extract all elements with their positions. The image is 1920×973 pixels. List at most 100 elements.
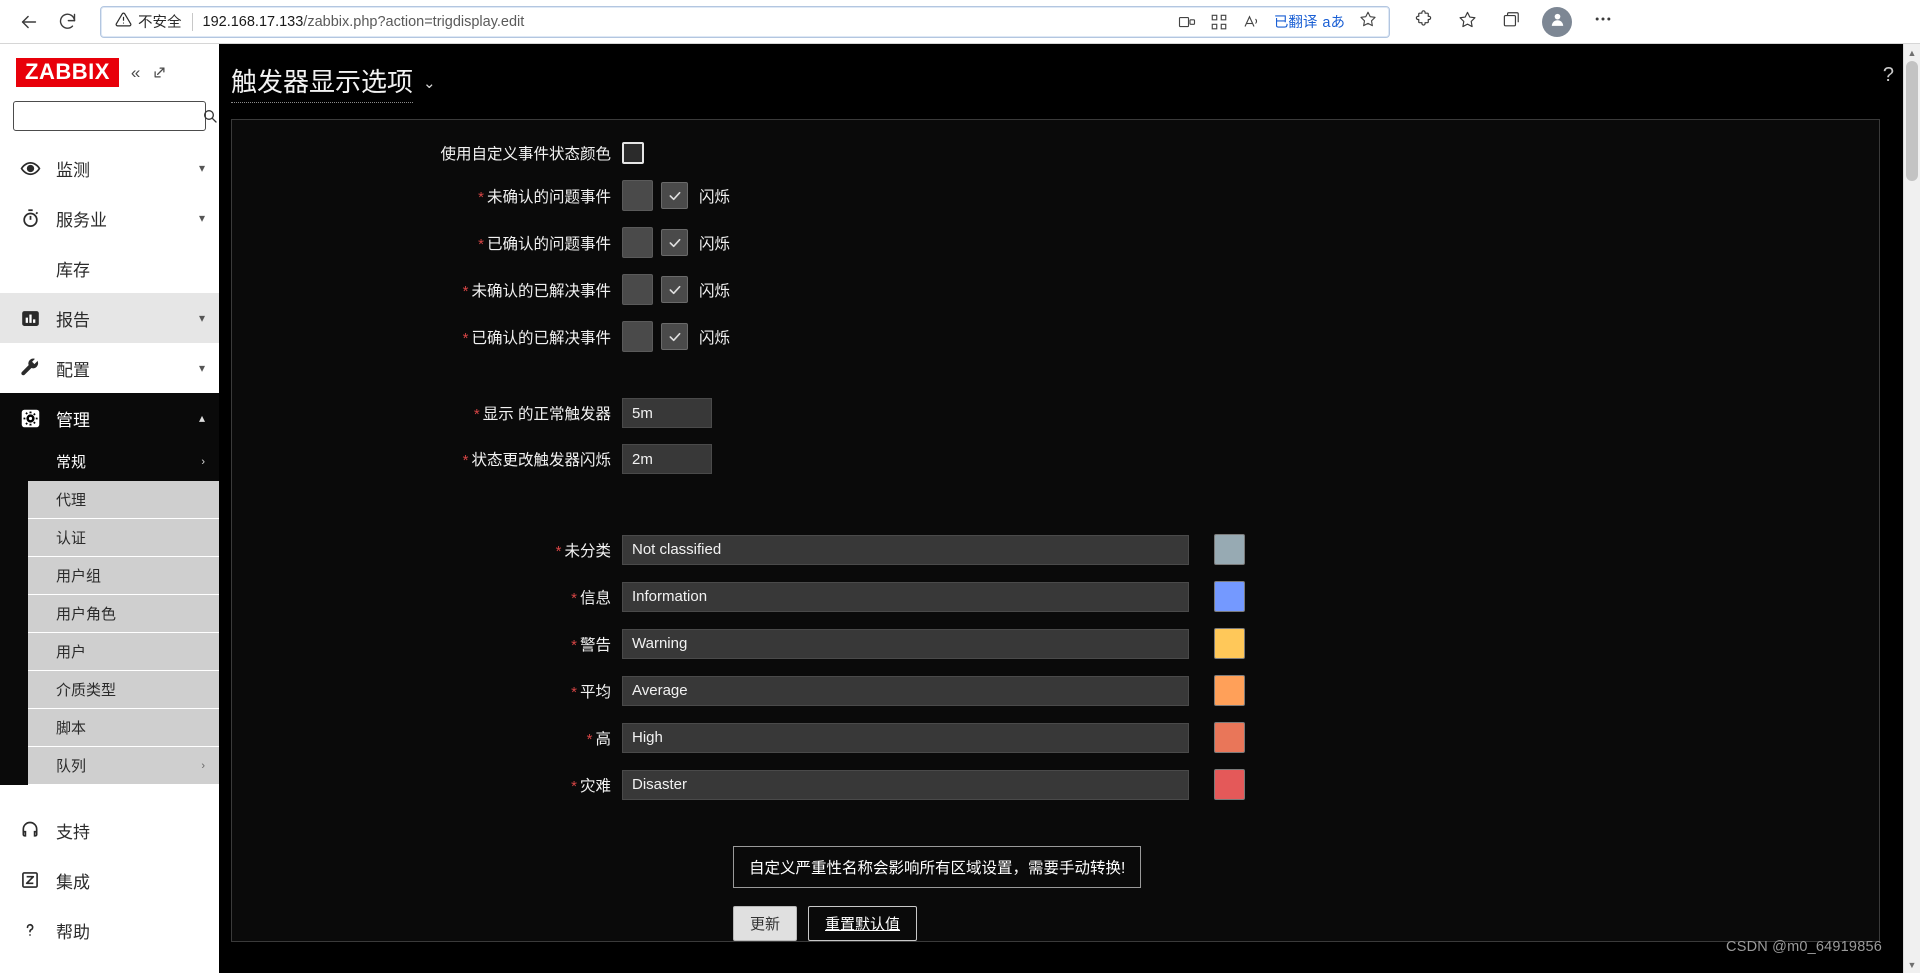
severity-name-input[interactable] <box>622 675 1189 706</box>
sidebar-subitem-proxies[interactable]: 代理 <box>28 481 219 520</box>
search-input[interactable] <box>22 107 202 125</box>
reload-icon <box>57 11 78 32</box>
severity-name-input[interactable] <box>622 769 1189 800</box>
sidebar-item-administration[interactable]: 管理 ▴ <box>0 393 219 444</box>
field-label: * 未确认的已解决事件 <box>232 279 622 301</box>
severity-name-input[interactable] <box>622 628 1189 659</box>
blink-checkbox[interactable] <box>661 323 688 350</box>
sidebar-subitem-users[interactable]: 用户 <box>28 633 219 672</box>
url-text: 192.168.17.133/zabbix.php?action=trigdis… <box>203 14 1178 30</box>
reset-defaults-button[interactable]: 重置默认值 <box>808 906 918 941</box>
reload-button[interactable] <box>48 3 86 41</box>
display-ok-triggers-input[interactable] <box>622 398 712 428</box>
severity-name-input[interactable] <box>622 722 1189 753</box>
field-label: * 未确认的问题事件 <box>232 185 622 207</box>
use-custom-colors-checkbox[interactable] <box>622 142 644 164</box>
search-icon[interactable] <box>202 108 218 124</box>
required-marker: * <box>478 188 484 206</box>
zabbix-logo[interactable]: ZABBIX <box>16 58 119 88</box>
update-button[interactable]: 更新 <box>733 906 798 941</box>
sidebar-search[interactable] <box>13 101 217 132</box>
color-swatch-button[interactable] <box>622 321 653 352</box>
form-row-use-custom-colors: 使用自定义事件状态颜色 <box>232 142 1879 164</box>
chevron-down-icon[interactable]: ▾ <box>199 361 205 375</box>
sidebar-item-configuration[interactable]: 配置 ▾ <box>0 343 219 393</box>
severity-color-swatch[interactable] <box>1214 675 1245 706</box>
sidebar-item-monitoring[interactable]: 监测 ▾ <box>0 143 219 193</box>
field-label-text: 未确认的已解决事件 <box>471 282 611 300</box>
extensions-button[interactable] <box>1404 3 1442 41</box>
split-screen-icon[interactable] <box>1178 13 1196 31</box>
severity-color-swatch[interactable] <box>1214 722 1245 753</box>
chevron-up-icon[interactable]: ▴ <box>199 411 205 425</box>
collapse-sidebar-icon[interactable]: « <box>131 63 140 83</box>
chevron-down-icon[interactable]: ⌄ <box>423 74 436 92</box>
chevron-down-icon[interactable]: ▾ <box>199 161 205 175</box>
color-swatch-button[interactable] <box>622 274 653 305</box>
favorite-star-icon[interactable] <box>1359 10 1377 33</box>
chevron-right-icon[interactable]: › <box>201 760 205 772</box>
field-control <box>622 398 712 428</box>
severity-color-swatch[interactable] <box>1214 769 1245 800</box>
vertical-scrollbar[interactable]: ▲ ▼ <box>1903 44 1920 973</box>
scrollbar-thumb[interactable] <box>1906 61 1918 181</box>
tab-actions-button[interactable] <box>1492 3 1530 41</box>
sidebar-subitem-general[interactable]: 常规 › <box>28 443 219 482</box>
blink-label: 闪烁 <box>699 282 731 300</box>
severity-name-input[interactable] <box>622 581 1189 612</box>
translate-button[interactable]: 已翻译 aあ <box>1274 11 1345 32</box>
blink-checkbox[interactable] <box>661 182 688 209</box>
collections-icon[interactable] <box>1210 13 1228 31</box>
chevron-down-icon[interactable]: ▾ <box>199 211 205 225</box>
sidebar-item-help[interactable]: 帮助 <box>0 905 219 955</box>
sidebar-subitem-media-types[interactable]: 介质类型 <box>28 671 219 710</box>
help-icon[interactable]: ? <box>1883 64 1894 87</box>
watermark: CSDN @m0_64919856 <box>1726 939 1882 955</box>
severity-color-swatch[interactable] <box>1214 581 1245 612</box>
address-bar[interactable]: 不安全 192.168.17.133/zabbix.php?action=tri… <box>100 5 1390 38</box>
field-label-text: 已确认的已解决事件 <box>471 329 611 347</box>
chevron-down-icon[interactable]: ▾ <box>199 311 205 325</box>
field-label: * 已确认的已解决事件 <box>232 326 622 348</box>
blink-checkbox[interactable] <box>661 276 688 303</box>
read-aloud-icon[interactable] <box>1242 13 1260 31</box>
scroll-up-arrow[interactable]: ▲ <box>1904 44 1920 61</box>
sidebar-item-inventory[interactable]: 库存 <box>0 243 219 293</box>
sidebar-subitem-user-groups[interactable]: 用户组 <box>28 557 219 596</box>
blink-checkbox[interactable] <box>661 229 688 256</box>
color-swatch-button[interactable] <box>622 180 653 211</box>
more-options-button[interactable] <box>1584 3 1622 41</box>
sidebar-item-reports[interactable]: 报告 ▾ <box>0 293 219 344</box>
field-label: * 已确认的问题事件 <box>232 232 622 254</box>
blink-label: 闪烁 <box>699 188 731 206</box>
blink-on-status-change-input[interactable] <box>622 444 712 474</box>
pin-sidebar-icon[interactable] <box>152 65 167 80</box>
required-marker: * <box>462 452 469 469</box>
sidebar-subitem-authentication[interactable]: 认证 <box>28 519 219 558</box>
sidebar-item-services[interactable]: 服务业 ▾ <box>0 193 219 243</box>
sidebar-item-label: 支持 <box>56 822 90 842</box>
severity-color-swatch[interactable] <box>1214 534 1245 565</box>
field-label-text: 已确认的问题事件 <box>486 235 611 253</box>
scroll-down-arrow[interactable]: ▼ <box>1904 956 1920 973</box>
form-row-severity-high: * 高 <box>232 722 1879 753</box>
severity-name-input[interactable] <box>622 534 1189 565</box>
sidebar-subitem-queue[interactable]: 队列 › <box>28 747 219 786</box>
page-title[interactable]: 触发器显示选项 <box>231 62 414 103</box>
sidebar-item-integrations[interactable]: 集成 <box>0 855 219 905</box>
field-control <box>622 581 1245 612</box>
severity-color-swatch[interactable] <box>1214 628 1245 659</box>
security-warning[interactable]: 不安全 <box>109 11 190 32</box>
chevron-right-icon[interactable]: › <box>201 456 205 468</box>
more-options-icon <box>1593 9 1613 34</box>
sidebar-subitem-user-roles[interactable]: 用户角色 <box>28 595 219 634</box>
trigger-display-form-panel: 使用自定义事件状态颜色 * 未确认的问题事件 闪烁 * 已确认的问题事件 闪烁 … <box>231 119 1880 942</box>
color-swatch-button[interactable] <box>622 227 653 258</box>
back-button[interactable] <box>10 3 48 41</box>
sidebar-subitem-scripts[interactable]: 脚本 <box>28 709 219 748</box>
sidebar-item-support[interactable]: 支持 <box>0 805 219 855</box>
favorites-button[interactable] <box>1448 3 1486 41</box>
blink-label: 闪烁 <box>699 329 731 347</box>
profile-avatar[interactable] <box>1542 6 1572 37</box>
back-arrow-icon <box>18 11 40 33</box>
